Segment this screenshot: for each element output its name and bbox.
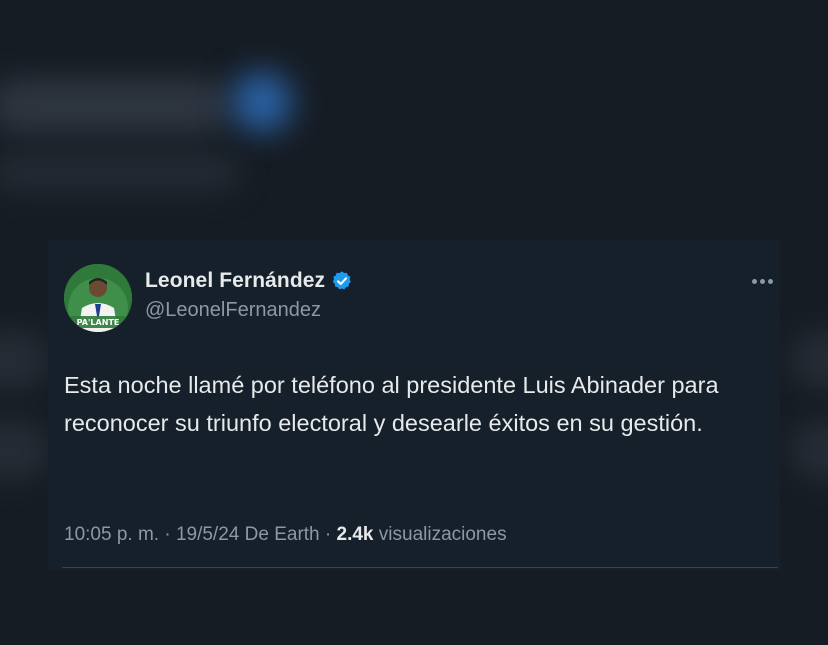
blurred-shape (0, 420, 50, 480)
blurred-handle (0, 152, 240, 192)
blurred-badge (232, 72, 292, 132)
author-handle[interactable]: @LeonelFernandez (145, 299, 321, 322)
tweet-text: Esta noche llamé por teléfono al preside… (64, 372, 719, 436)
tweet-meta: 10:05 p. m. · 19/5/24 De Earth · 2.4k vi… (64, 524, 507, 546)
dot-icon (752, 278, 757, 284)
avatar[interactable]: PA'LANTE (64, 264, 132, 332)
blurred-name (0, 78, 230, 134)
tweet-time[interactable]: 10:05 p. m. (64, 524, 159, 545)
divider (62, 567, 778, 568)
tweet-date[interactable]: 19/5/24 (176, 524, 239, 545)
blurred-shape (0, 330, 50, 390)
more-options-icon[interactable] (752, 270, 780, 292)
verified-badge-icon (332, 271, 352, 290)
author-row: Leonel Fernández (145, 269, 353, 293)
dot-icon (768, 278, 773, 284)
avatar-image: PA'LANTE (64, 264, 132, 332)
avatar-caption: PA'LANTE (77, 318, 120, 327)
author-name[interactable]: Leonel Fernández (145, 269, 325, 293)
tweet-source: De Earth (244, 524, 320, 545)
blurred-shape (790, 420, 828, 480)
dot-icon (760, 278, 765, 284)
views-label: visualizaciones (378, 524, 507, 545)
blurred-shape (790, 330, 828, 390)
meta-separator: · (324, 524, 332, 545)
meta-separator: · (164, 524, 171, 545)
views-count[interactable]: 2.4k (337, 524, 374, 545)
